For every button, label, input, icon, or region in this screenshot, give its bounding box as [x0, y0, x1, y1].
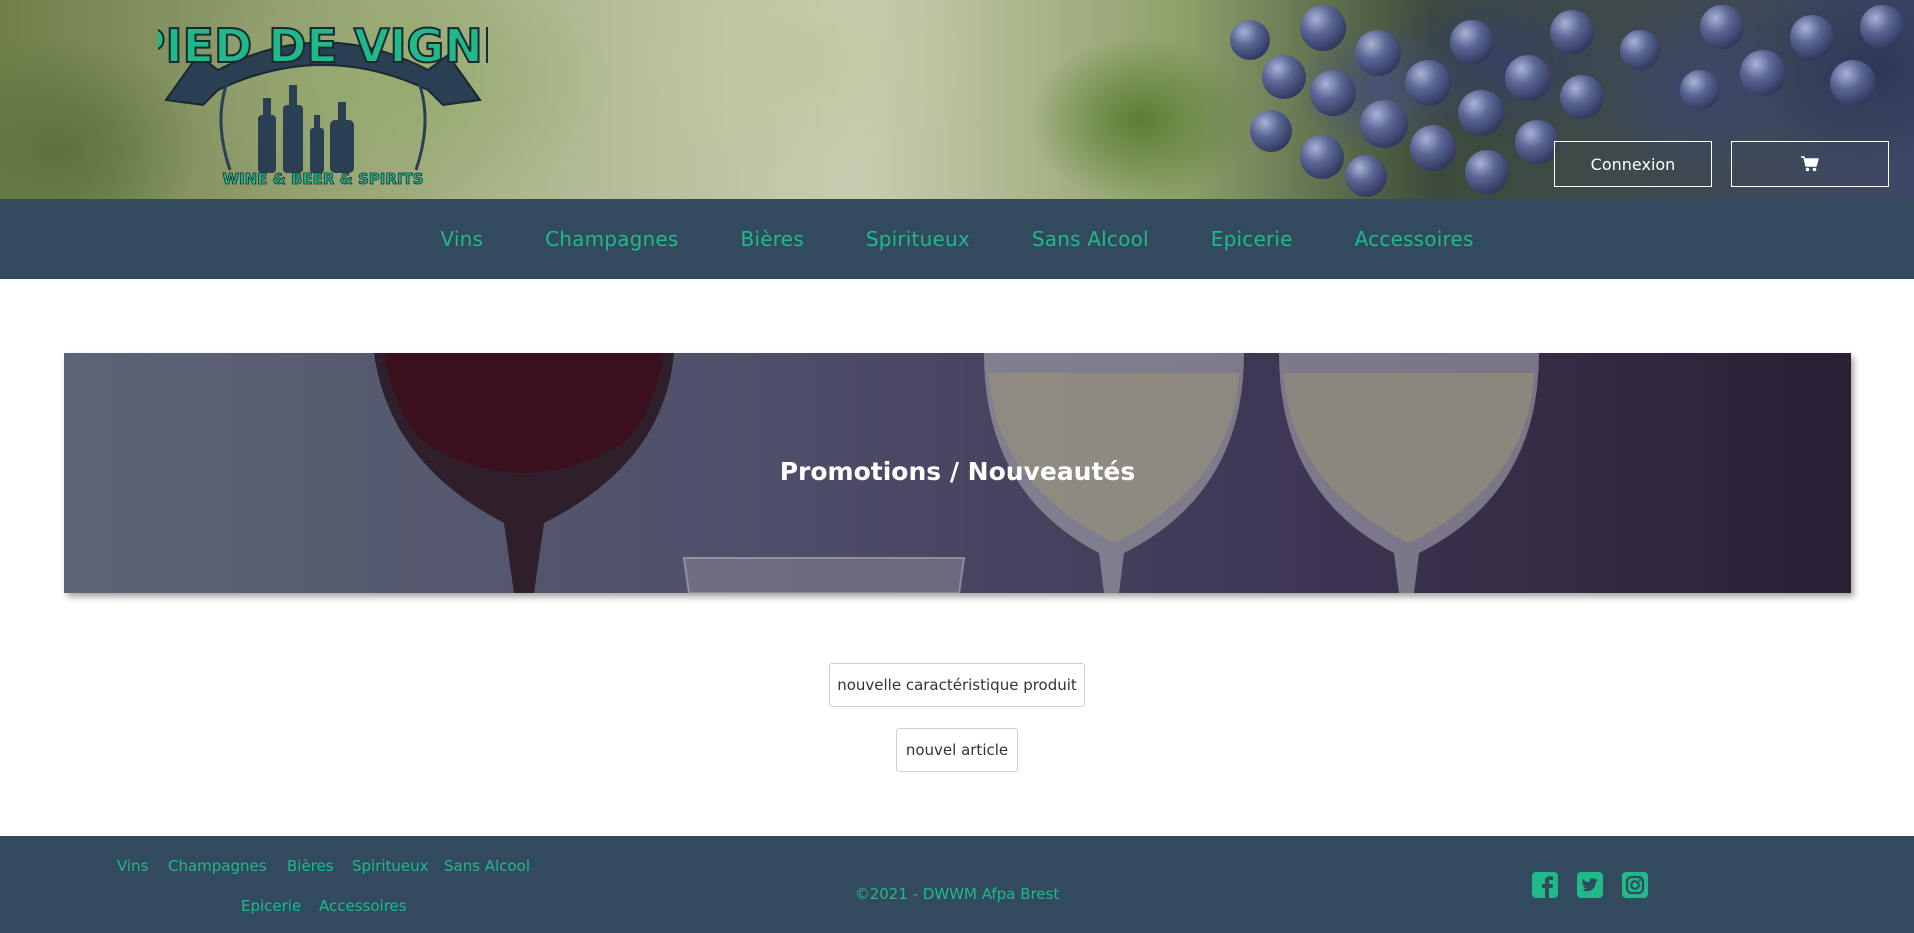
grape-decoration: [1345, 155, 1387, 197]
grape-decoration: [1790, 15, 1834, 59]
login-button[interactable]: Connexion: [1554, 141, 1712, 187]
grape-decoration: [1300, 135, 1344, 179]
grape-decoration: [1450, 20, 1494, 64]
logo-title: PIED DE VIGNE: [158, 19, 488, 73]
grape-decoration: [1830, 60, 1876, 106]
logo-subtitle: WINE & BEER & SPIRITS: [223, 170, 424, 188]
grape-decoration: [1250, 110, 1292, 152]
grape-decoration: [1405, 60, 1451, 106]
nav-item-spiritueux[interactable]: Spiritueux: [835, 227, 1001, 251]
grape-decoration: [1560, 75, 1604, 119]
footer-link-spiritueux[interactable]: Spiritueux: [352, 857, 429, 875]
site-logo[interactable]: PIED DE VIGNE WINE & BEER & SPIRITS: [158, 0, 488, 190]
grape-decoration: [1310, 70, 1356, 116]
footer-link-sans-alcool[interactable]: Sans Alcool: [444, 857, 530, 875]
cart-button[interactable]: [1731, 141, 1889, 187]
grape-decoration: [1515, 120, 1559, 164]
nav-item-epicerie[interactable]: Epicerie: [1180, 227, 1324, 251]
facebook-icon[interactable]: [1532, 872, 1558, 898]
footer-link-bieres[interactable]: Bières: [287, 857, 334, 875]
footer-link-champagnes[interactable]: Champagnes: [168, 857, 267, 875]
nav-item-champagnes[interactable]: Champagnes: [514, 227, 709, 251]
twitter-icon[interactable]: [1577, 872, 1603, 898]
grape-decoration: [1360, 100, 1408, 148]
grape-decoration: [1465, 150, 1509, 194]
grape-decoration: [1700, 5, 1744, 49]
header-hero: PIED DE VIGNE WINE & BEER & SPIRITS Conn…: [0, 0, 1914, 199]
nav-item-sans-alcool[interactable]: Sans Alcool: [1001, 227, 1180, 251]
instagram-icon[interactable]: [1622, 872, 1648, 898]
grape-decoration: [1230, 20, 1270, 60]
grape-decoration: [1620, 30, 1660, 70]
grape-decoration: [1262, 55, 1306, 99]
main-nav: Vins Champagnes Bières Spiritueux Sans A…: [0, 199, 1914, 279]
footer-link-vins[interactable]: Vins: [117, 857, 148, 875]
promo-banner: Promotions / Nouveautés: [64, 353, 1851, 593]
grape-decoration: [1505, 55, 1551, 101]
banner-title: Promotions / Nouveautés: [779, 457, 1136, 486]
grape-decoration: [1458, 90, 1504, 136]
new-article-button[interactable]: nouvel article: [896, 728, 1018, 772]
grape-decoration: [1680, 70, 1720, 110]
nav-item-accessoires[interactable]: Accessoires: [1324, 227, 1505, 251]
grape-decoration: [1410, 125, 1456, 171]
grape-decoration: [1355, 30, 1401, 76]
shopping-cart-icon: [1801, 156, 1819, 172]
grape-decoration: [1860, 5, 1904, 49]
nav-item-bieres[interactable]: Bières: [710, 227, 835, 251]
nav-item-vins[interactable]: Vins: [409, 227, 514, 251]
grape-decoration: [1740, 50, 1786, 96]
new-product-feature-button[interactable]: nouvelle caractéristique produit: [829, 663, 1085, 707]
grape-decoration: [1550, 10, 1594, 54]
grape-decoration: [1300, 5, 1346, 51]
